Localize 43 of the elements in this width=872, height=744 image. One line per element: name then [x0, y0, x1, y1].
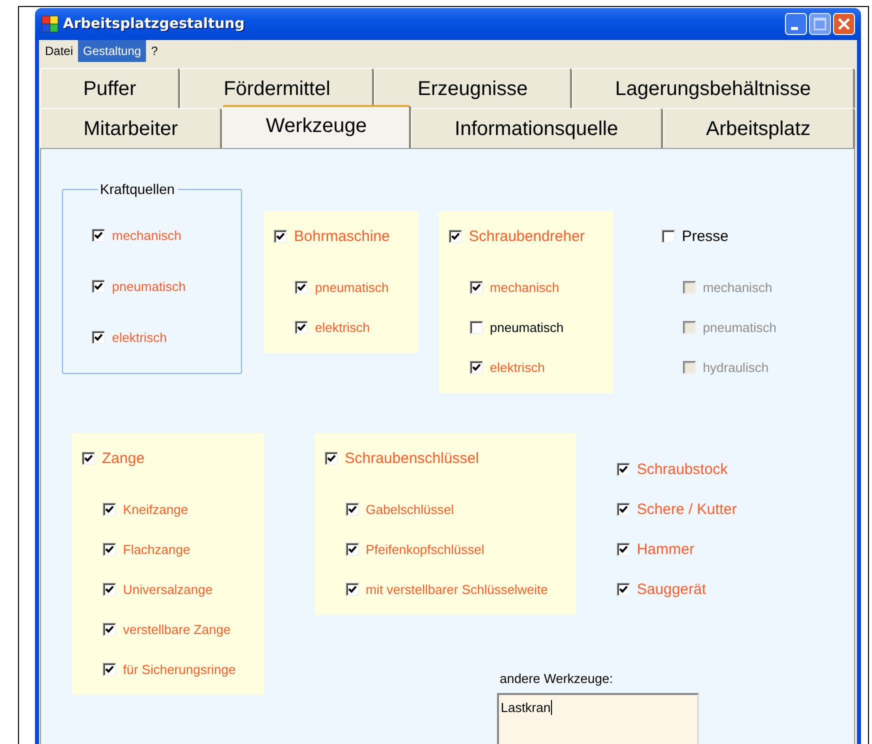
checkbox-label: Gabelschlüssel — [366, 502, 454, 516]
tab[interactable]: Puffer — [40, 68, 180, 108]
text-field[interactable]: Lastkran — [496, 693, 699, 744]
checkbox-label: Kneifzange — [123, 502, 188, 516]
checkbox-label: mechanisch — [112, 228, 182, 243]
checkbox-label: Sauggerät — [636, 580, 706, 598]
checkbox-label: Schraubstock — [636, 460, 728, 478]
checkbox-label: Pfeifenkopfschlüssel — [366, 542, 484, 556]
field-label: andere Werkzeuge: — [498, 671, 614, 686]
checkbox-label: pneumatisch — [490, 320, 564, 334]
checkbox-label: elektrisch — [112, 330, 167, 345]
checkbox-label: Zange — [102, 450, 145, 466]
checkbox-label: elektrisch — [490, 360, 545, 374]
window-title: Arbeitsplatzgestaltung — [63, 16, 246, 32]
tab[interactable]: Lagerungsbehältnisse — [572, 68, 856, 108]
group-title: Kraftquellen — [99, 181, 176, 197]
checkbox-label: verstellbare Zange — [123, 622, 231, 636]
checkbox-label: elektrisch — [315, 320, 370, 334]
checkbox-label: pneumatisch — [702, 320, 777, 334]
menu-item[interactable]: Datei — [40, 40, 78, 62]
tab[interactable]: Werkzeuge — [222, 105, 412, 148]
tab[interactable]: Informationsquelle — [411, 108, 663, 148]
checkbox-label: pneumatisch — [315, 280, 389, 294]
checkbox-label: pneumatisch — [112, 279, 186, 294]
checkbox-label: Hammer — [636, 540, 694, 558]
checkbox-label: Bohrmaschine — [294, 228, 390, 244]
menu-item[interactable]: ? — [146, 40, 163, 62]
checkbox-label: Schere / Kutter — [636, 500, 737, 518]
checkbox-label: Presse — [682, 228, 728, 244]
checkbox-label: Schraubenschlüssel — [344, 450, 479, 466]
checkbox-label: mechanisch — [490, 280, 560, 294]
tab[interactable]: Fördermittel — [180, 68, 374, 108]
checkbox-label: Flachzange — [123, 542, 190, 556]
menu-item[interactable]: Gestaltung — [78, 40, 146, 62]
checkbox-label: hydraulisch — [702, 360, 769, 374]
tab[interactable]: Mitarbeiter — [40, 108, 222, 148]
checkbox-label: für Sicherungsringe — [123, 662, 236, 676]
checkbox-label: mit verstellbarer Schlüsselweite — [366, 582, 548, 596]
tab[interactable]: Erzeugnisse — [374, 68, 572, 108]
tab[interactable]: Arbeitsplatz — [662, 108, 856, 148]
checkbox-label: Universalzange — [123, 582, 213, 596]
checkbox-label: Schraubendreher — [468, 228, 585, 244]
checkbox-label: mechanisch — [702, 280, 772, 294]
